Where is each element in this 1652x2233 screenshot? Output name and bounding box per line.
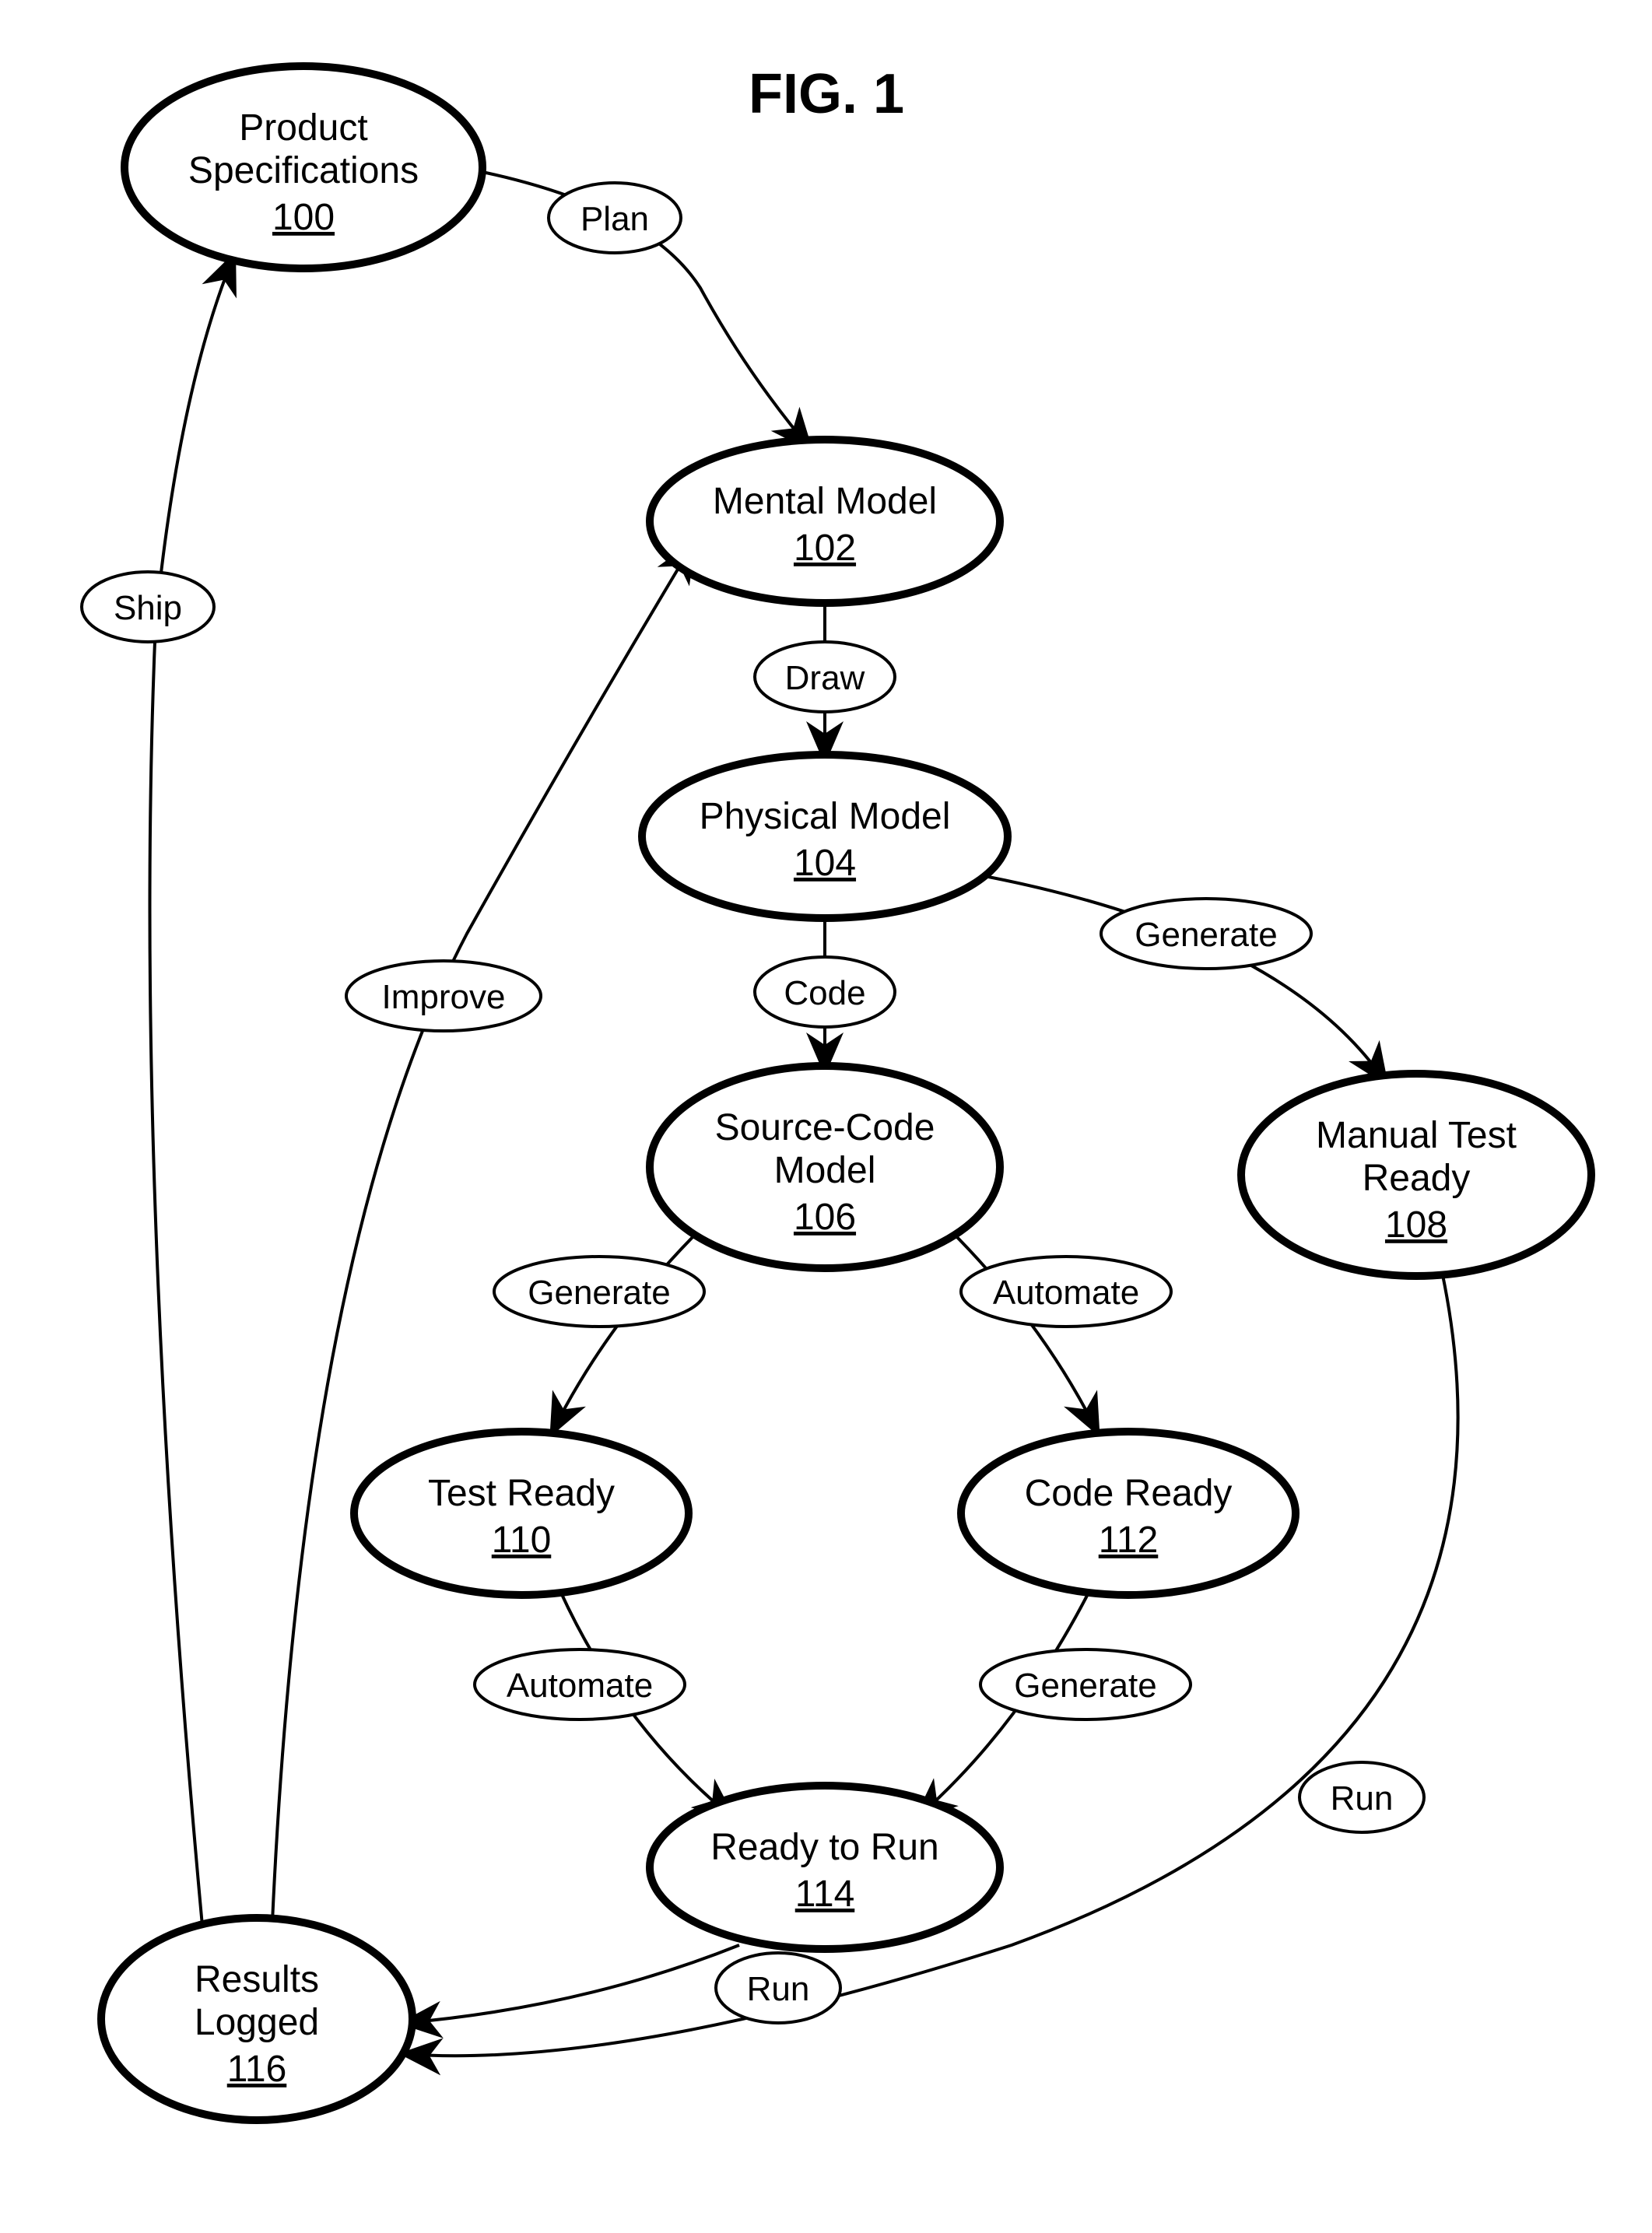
node-physical-model: Physical Model 104	[642, 755, 1008, 918]
node-source-code-model: Source-Code Model 106	[650, 1066, 1000, 1268]
diagram-canvas: FIG. 1 Plan Draw Code Generate Ge	[0, 0, 1652, 2233]
node-mental-model: Mental Model 102	[650, 440, 1000, 603]
svg-text:Test Ready: Test Ready	[428, 1473, 615, 1514]
svg-text:116: 116	[227, 2049, 287, 2090]
edge-automate-106-112-label: Automate	[961, 1257, 1171, 1327]
svg-text:Code Ready: Code Ready	[1025, 1473, 1233, 1514]
edge-draw-label: Draw	[755, 642, 895, 712]
edge-code-label: Code	[755, 957, 895, 1027]
edge-generate-112-114-label: Generate	[980, 1649, 1191, 1719]
svg-text:Ready to Run: Ready to Run	[710, 1827, 939, 1868]
svg-text:100: 100	[272, 197, 335, 238]
edge-generate-104-108-label: Generate	[1101, 899, 1311, 969]
svg-text:Generate: Generate	[1135, 916, 1277, 954]
node-product-specifications: Product Specifications 100	[125, 66, 482, 268]
figure-title: FIG. 1	[749, 63, 904, 125]
svg-text:Generate: Generate	[528, 1274, 670, 1312]
edge-plan-label: Plan	[549, 183, 681, 253]
svg-text:Physical Model: Physical Model	[700, 796, 951, 837]
edge-run-108-116-label: Run	[1300, 1762, 1424, 1832]
svg-text:Run: Run	[1331, 1779, 1394, 1818]
svg-text:Product: Product	[239, 107, 367, 149]
node-test-ready: Test Ready 110	[354, 1432, 689, 1595]
edge-ship-arrow	[150, 257, 234, 1926]
svg-text:Generate: Generate	[1014, 1667, 1156, 1705]
svg-text:Run: Run	[747, 1970, 810, 2008]
svg-text:102: 102	[794, 528, 856, 569]
svg-text:Results: Results	[195, 1959, 319, 2000]
node-results-logged: Results Logged 116	[101, 1918, 412, 2120]
svg-text:110: 110	[492, 1520, 552, 1561]
edge-run-114-116-arrow	[405, 1945, 739, 2023]
edge-automate-110-114-label: Automate	[475, 1649, 685, 1719]
svg-text:Plan: Plan	[580, 200, 649, 238]
svg-text:Mental Model: Mental Model	[713, 481, 937, 522]
svg-text:106: 106	[794, 1197, 856, 1238]
svg-text:Source-Code: Source-Code	[715, 1107, 935, 1148]
edge-generate-106-110-label: Generate	[494, 1257, 704, 1327]
svg-text:Ready: Ready	[1363, 1158, 1471, 1199]
svg-text:Automate: Automate	[507, 1667, 653, 1705]
svg-text:114: 114	[795, 1874, 855, 1915]
node-ready-to-run: Ready to Run 114	[650, 1786, 1000, 1949]
node-manual-test-ready: Manual Test Ready 108	[1241, 1074, 1591, 1276]
svg-text:Specifications: Specifications	[188, 150, 419, 191]
edge-run-114-116-label: Run	[716, 1953, 840, 2023]
svg-text:Draw: Draw	[785, 659, 865, 697]
svg-text:Manual Test: Manual Test	[1316, 1115, 1517, 1156]
svg-text:104: 104	[794, 843, 856, 884]
svg-text:112: 112	[1099, 1520, 1159, 1561]
svg-text:Improve: Improve	[382, 978, 506, 1016]
svg-text:Model: Model	[774, 1150, 876, 1191]
edge-ship-label: Ship	[82, 572, 214, 642]
svg-text:Ship: Ship	[114, 589, 182, 627]
svg-text:Automate: Automate	[993, 1274, 1139, 1312]
svg-text:108: 108	[1385, 1204, 1447, 1246]
edge-improve-label: Improve	[346, 961, 541, 1031]
node-code-ready: Code Ready 112	[961, 1432, 1296, 1595]
svg-text:Logged: Logged	[195, 2002, 319, 2043]
svg-text:Code: Code	[784, 974, 865, 1012]
